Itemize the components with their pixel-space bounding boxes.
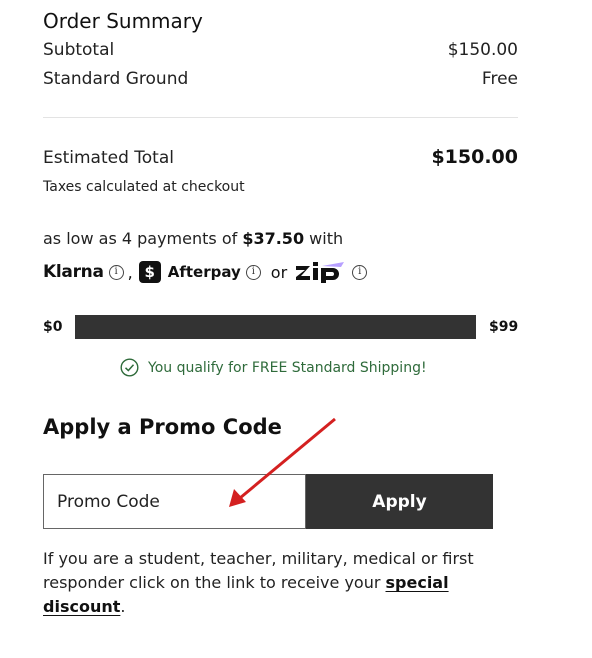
check-circle-icon [120,358,139,377]
progress-min-label: $0 [43,319,63,335]
provider-comma: , [127,262,133,282]
subtotal-label: Subtotal [43,40,115,60]
subtotal-row: Subtotal $150.00 [43,40,518,60]
klarna-info-icon[interactable]: i [108,264,124,280]
free-shipping-message: You qualify for FREE Standard Shipping! [120,358,427,377]
afterpay-logo: Afterpay [167,263,241,281]
estimated-total-row: Estimated Total $150.00 [43,146,518,168]
apply-promo-button[interactable]: Apply [306,474,493,529]
special-discount-note: If you are a student, teacher, military,… [43,547,513,619]
shipping-value: Free [481,69,518,89]
installments-suffix: with [304,229,344,248]
free-shipping-progress-fill [75,315,476,339]
zip-logo [295,261,347,283]
free-shipping-text: You qualify for FREE Standard Shipping! [148,359,427,376]
promo-code-title: Apply a Promo Code [43,415,282,439]
installments-prefix: as low as 4 payments of [43,229,243,248]
installments-text: as low as 4 payments of $37.50 with [43,229,343,248]
zip-info-icon[interactable]: i [352,264,368,280]
special-discount-period: . [120,597,126,616]
free-shipping-progress-bar [75,315,476,339]
progress-max-label: $99 [489,319,519,335]
order-summary-title: Order Summary [43,9,203,33]
shipping-row: Standard Ground Free [43,69,518,89]
installment-amount: $37.50 [242,229,305,248]
afterpay-info-icon[interactable]: i [245,264,261,280]
zip-logo-icon [296,262,345,283]
afterpay-badge-icon: $ [138,261,161,283]
summary-divider [43,117,518,118]
subtotal-value: $150.00 [447,40,518,60]
provider-or: or [270,262,288,282]
payment-providers: Klarna i , $ Afterpay i or i [43,259,368,285]
shipping-label: Standard Ground [43,69,189,89]
taxes-note: Taxes calculated at checkout [43,179,245,195]
klarna-logo: Klarna [43,262,104,282]
promo-code-input[interactable] [43,474,306,529]
estimated-total-label: Estimated Total [43,148,174,168]
estimated-total-value: $150.00 [431,146,518,168]
